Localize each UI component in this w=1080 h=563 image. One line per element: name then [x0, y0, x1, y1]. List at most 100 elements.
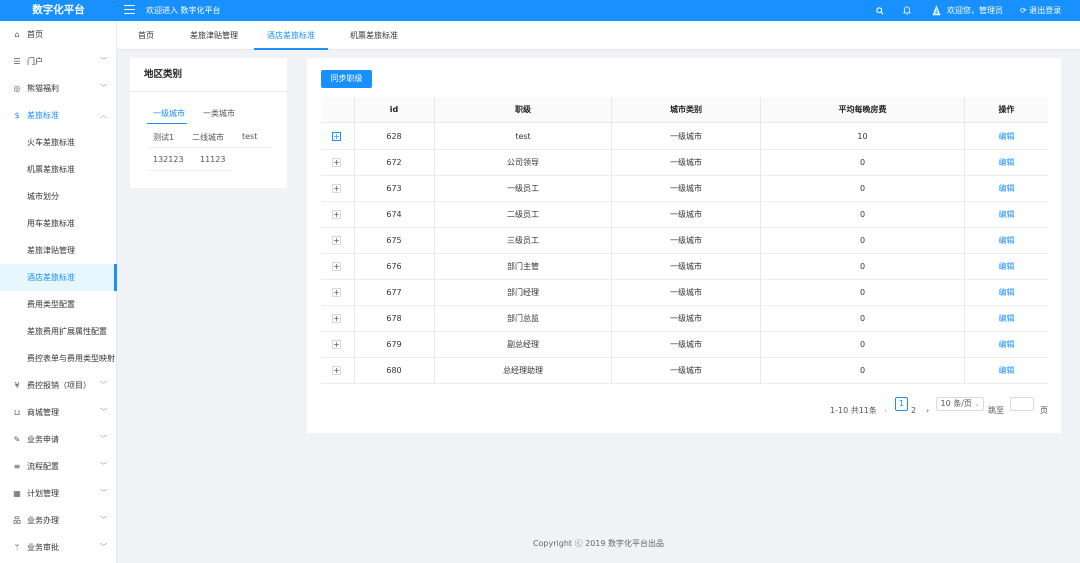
edit-link[interactable]: 编辑	[965, 228, 1048, 254]
chevron-down-icon: ﹀	[100, 84, 107, 92]
region-tab-first-tier[interactable]: 一级城市	[153, 108, 185, 119]
edit-link[interactable]: 编辑	[965, 280, 1048, 306]
column-divider	[434, 97, 435, 384]
sidebar-item[interactable]: 用车差旅标准	[0, 210, 117, 237]
edit-link[interactable]: 编辑	[965, 306, 1048, 332]
edit-link[interactable]: 编辑	[965, 332, 1048, 358]
sidebar-item-label: 城市划分	[27, 192, 59, 201]
sidebar-item[interactable]: 差旅津贴管理	[0, 237, 117, 264]
org-icon: 品	[13, 516, 21, 525]
sidebar-item[interactable]: ☰ 门户 ﹀	[0, 48, 117, 75]
sidebar-item[interactable]: ⌂ 首页	[0, 21, 117, 48]
table-row[interactable]: +628 test 一级城市 10 编辑	[321, 124, 1048, 150]
sidebar-item[interactable]: ◎ 熊猫福利 ﹀	[0, 75, 117, 102]
sidebar-item[interactable]: 城市划分	[0, 183, 117, 210]
table-row[interactable]: +673 一级员工 一级城市 0 编辑	[321, 176, 1048, 202]
region-cell[interactable]: 二线城市	[192, 132, 224, 143]
sidebar-item[interactable]: 费控表单与费用类型映射	[0, 345, 117, 372]
pagination-page[interactable]: 2	[911, 404, 916, 418]
sidebar-item[interactable]: ⊔ 商城管理 ﹀	[0, 399, 117, 426]
expand-row-icon[interactable]: +	[332, 236, 341, 245]
edit-link[interactable]: 编辑	[965, 124, 1048, 150]
column-divider	[964, 97, 965, 384]
calendar-icon: ▦	[13, 489, 21, 498]
menu-toggle-icon[interactable]	[124, 5, 135, 16]
table-row[interactable]: +677 部门经理 一级城市 0 编辑	[321, 280, 1048, 306]
app-logo[interactable]: 数字化平台	[0, 0, 117, 21]
bell-icon[interactable]	[903, 0, 911, 23]
table-row[interactable]: +672 公司领导 一级城市 0 编辑	[321, 150, 1048, 176]
expand-row-icon[interactable]: +	[332, 288, 341, 297]
search-icon[interactable]	[876, 0, 884, 23]
edit-link[interactable]: 编辑	[965, 254, 1048, 280]
table-cell: 0	[859, 366, 866, 375]
expand-row-icon[interactable]: +	[332, 314, 341, 323]
expand-row-icon[interactable]: +	[332, 132, 341, 141]
pagination-next-icon[interactable]: ›	[926, 404, 929, 418]
region-cell[interactable]: 132123	[153, 155, 184, 164]
sidebar-item[interactable]: ¥ 费控报销（项目） ﹀	[0, 372, 117, 399]
edit-link[interactable]: 编辑	[965, 176, 1048, 202]
sidebar-item[interactable]: ✎ 业务申请 ﹀	[0, 426, 117, 453]
sidebar-item[interactable]: 费用类型配置	[0, 291, 117, 318]
user-greeting[interactable]: 欢迎您，管理员	[947, 0, 1003, 21]
sidebar-item-label: 酒店差旅标准	[27, 273, 75, 282]
sidebar-item[interactable]: 火车差旅标准	[0, 129, 117, 156]
table-cell: 0	[859, 236, 866, 245]
logout-label: 退出登录	[1029, 6, 1062, 15]
edit-link[interactable]: 编辑	[965, 150, 1048, 176]
table-row[interactable]: +678 部门总监 一级城市 0 编辑	[321, 306, 1048, 332]
column-header-city[interactable]: 城市类别	[612, 97, 760, 123]
table-cell: 674	[386, 210, 402, 219]
edit-link[interactable]: 编辑	[965, 202, 1048, 228]
sidebar-item-label: 首页	[27, 30, 43, 39]
tab-travel-allowance[interactable]: 差旅津贴管理	[179, 21, 249, 50]
gift-icon: ◎	[13, 84, 21, 93]
table-row[interactable]: +675 三级员工 一级城市 0 编辑	[321, 228, 1048, 254]
column-header-fee[interactable]: 平均每晚房费	[761, 97, 964, 123]
expand-row-icon[interactable]: +	[332, 340, 341, 349]
tab-home[interactable]: 首页	[130, 21, 162, 50]
tab-flight-standard[interactable]: 机票差旅标准	[339, 21, 409, 50]
tab-hotel-standard[interactable]: 酒店差旅标准	[254, 21, 328, 50]
column-divider	[354, 97, 355, 384]
expand-row-icon[interactable]: +	[332, 184, 341, 193]
sidebar-item-label: 计划管理	[27, 489, 59, 498]
chevron-down-icon: ﹀	[100, 435, 107, 443]
jump-page-input[interactable]	[1010, 397, 1034, 411]
column-header-action[interactable]: 操作	[965, 97, 1048, 123]
page-size-select[interactable]: 10 条/页 ⌄	[936, 397, 984, 411]
sidebar-item[interactable]: ᛘ 业务审批 ﹀	[0, 534, 117, 561]
sidebar-item-label: 费控表单与费用类型映射	[27, 354, 115, 363]
edit-link[interactable]: 编辑	[965, 358, 1048, 384]
column-header-id[interactable]: id	[354, 97, 434, 123]
table-cell: 0	[859, 340, 866, 349]
region-tab-first-class[interactable]: 一类城市	[203, 108, 235, 119]
table-cell: 676	[386, 262, 402, 271]
table-row[interactable]: +674 二级员工 一级城市 0 编辑	[321, 202, 1048, 228]
expand-row-icon[interactable]: +	[332, 210, 341, 219]
table-row[interactable]: +680 总经理助理 一级城市 0 编辑	[321, 358, 1048, 384]
pagination-page[interactable]: 1	[895, 397, 908, 411]
sidebar-item[interactable]: $ 差旅标准 ︿	[0, 102, 117, 129]
region-cell[interactable]: 11123	[200, 155, 225, 164]
sidebar-item[interactable]: 差旅费用扩展属性配置	[0, 318, 117, 345]
sidebar-item[interactable]: ▦ 计划管理 ﹀	[0, 480, 117, 507]
sidebar-item[interactable]: 品业务办理 ﹀	[0, 507, 117, 534]
column-header-level[interactable]: 职级	[435, 97, 611, 123]
sidebar-item[interactable]: ≡ 流程配置 ﹀	[0, 453, 117, 480]
sidebar-item[interactable]: 酒店差旅标准	[0, 264, 117, 291]
page-size-value: 10 条/页	[940, 399, 972, 408]
logout-button[interactable]: ⟳ 退出登录	[1020, 0, 1061, 21]
main-card: 同步职级 id 职级 城市类别 平均每晚房费 操作 +628 test 一级城市 10…	[307, 58, 1061, 433]
region-cell[interactable]: 测试1	[153, 132, 174, 143]
expand-row-icon[interactable]: +	[332, 366, 341, 375]
expand-row-icon[interactable]: +	[332, 262, 341, 271]
region-cell[interactable]: test	[242, 132, 257, 141]
table-row[interactable]: +676 部门主管 一级城市 0 编辑	[321, 254, 1048, 280]
sidebar-item[interactable]: 机票差旅标准	[0, 156, 117, 183]
table-row[interactable]: +679 副总经理 一级城市 0 编辑	[321, 332, 1048, 358]
sync-level-button[interactable]: 同步职级	[321, 70, 372, 88]
expand-row-icon[interactable]: +	[332, 158, 341, 167]
pagination-prev-icon[interactable]: ‹	[884, 404, 887, 418]
